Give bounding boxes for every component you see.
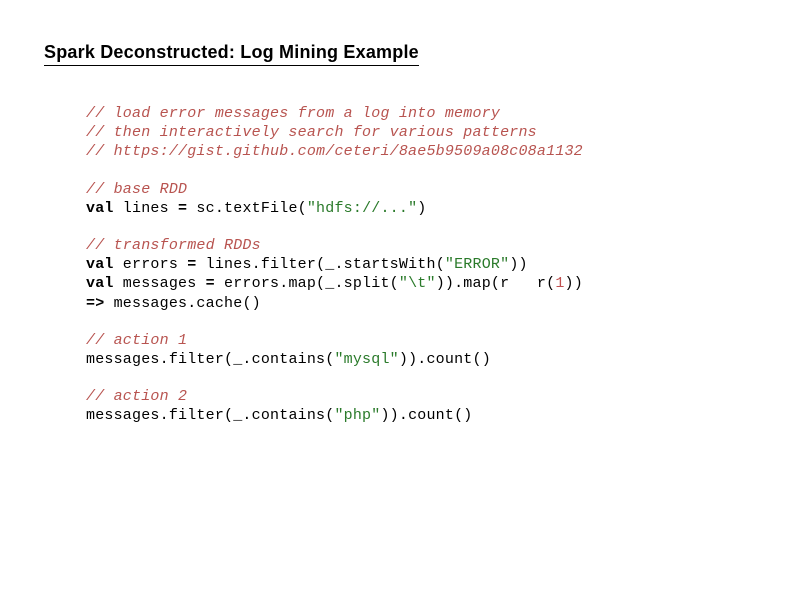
- code-line: val errors = lines.filter(_.startsWith("…: [86, 255, 756, 274]
- code-comment: // action 2: [86, 387, 756, 406]
- code-comment: // base RDD: [86, 180, 756, 199]
- code-line: => messages.cache(): [86, 294, 756, 313]
- code-line: val messages = errors.map(_.split("\t"))…: [86, 274, 756, 293]
- spacer: [86, 162, 756, 180]
- code-comment: // transformed RDDs: [86, 236, 756, 255]
- code-comment: // then interactively search for various…: [86, 123, 756, 142]
- title-part2: Log Mining Example: [235, 42, 419, 62]
- title-part1: Spark Deconstructed:: [44, 42, 235, 62]
- code-line: messages.filter(_.contains("php")).count…: [86, 406, 756, 425]
- slide-title: Spark Deconstructed: Log Mining Example: [44, 42, 419, 66]
- code-comment: // action 1: [86, 331, 756, 350]
- code-comment: // https://gist.github.com/ceteri/8ae5b9…: [86, 142, 756, 161]
- code-line: val lines = sc.textFile("hdfs://..."): [86, 199, 756, 218]
- spacer: [86, 369, 756, 387]
- code-block: // load error messages from a log into m…: [86, 104, 756, 425]
- spacer: [86, 218, 756, 236]
- slide: Spark Deconstructed: Log Mining Example …: [0, 0, 800, 425]
- spacer: [86, 313, 756, 331]
- code-comment: // load error messages from a log into m…: [86, 104, 756, 123]
- code-line: messages.filter(_.contains("mysql")).cou…: [86, 350, 756, 369]
